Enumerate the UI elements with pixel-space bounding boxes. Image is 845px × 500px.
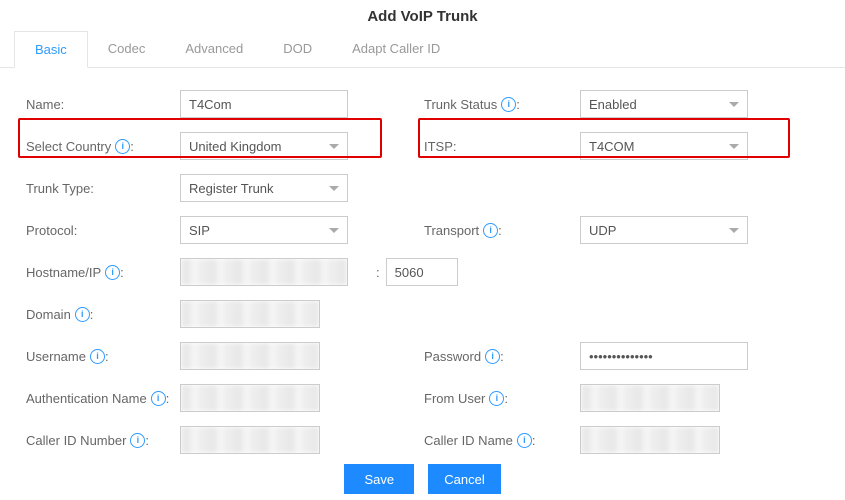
label-caller-id-num: Caller ID Number	[26, 433, 126, 448]
select-country-select[interactable]: United Kingdom	[180, 132, 348, 160]
label-domain: Domain	[26, 307, 71, 322]
colon: :	[145, 433, 149, 448]
label-trunk-type: Trunk Type:	[26, 181, 94, 196]
info-icon[interactable]: i	[130, 433, 145, 448]
label-from-user: From User	[424, 391, 485, 406]
label-caller-id-name: Caller ID Name	[424, 433, 513, 448]
label-trunk-status: Trunk Status	[424, 97, 497, 112]
info-icon[interactable]: i	[517, 433, 532, 448]
itsp-select[interactable]: T4COM	[580, 132, 748, 160]
chevron-down-icon	[729, 144, 739, 149]
username-input[interactable]	[180, 342, 320, 370]
label-auth-name: Authentication Name	[26, 391, 147, 406]
info-icon[interactable]: i	[90, 349, 105, 364]
colon: :	[120, 265, 124, 280]
label-protocol: Protocol:	[26, 223, 77, 238]
trunk-type-value: Register Trunk	[189, 181, 274, 196]
colon: :	[105, 349, 109, 364]
colon: :	[504, 391, 508, 406]
info-icon[interactable]: i	[75, 307, 90, 322]
transport-value: UDP	[589, 223, 616, 238]
caller-id-name-input[interactable]	[580, 426, 720, 454]
select-country-value: United Kingdom	[189, 139, 282, 154]
info-icon[interactable]: i	[501, 97, 516, 112]
chevron-down-icon	[729, 228, 739, 233]
label-username: Username	[26, 349, 86, 364]
page-title: Add VoIP Trunk	[0, 0, 845, 31]
label-transport: Transport	[424, 223, 479, 238]
save-button[interactable]: Save	[344, 464, 414, 494]
tab-adapt-caller-id[interactable]: Adapt Caller ID	[332, 31, 460, 67]
password-input[interactable]	[580, 342, 748, 370]
info-icon[interactable]: i	[115, 139, 130, 154]
name-input[interactable]	[180, 90, 348, 118]
colon: :	[500, 349, 504, 364]
tab-advanced[interactable]: Advanced	[165, 31, 263, 67]
trunk-status-value: Enabled	[589, 97, 637, 112]
chevron-down-icon	[729, 102, 739, 107]
info-icon[interactable]: i	[483, 223, 498, 238]
port-separator: :	[376, 265, 380, 280]
info-icon[interactable]: i	[485, 349, 500, 364]
button-bar: Save Cancel	[0, 464, 845, 494]
label-password: Password	[424, 349, 481, 364]
trunk-type-select[interactable]: Register Trunk	[180, 174, 348, 202]
chevron-down-icon	[329, 186, 339, 191]
colon: :	[90, 307, 94, 322]
protocol-select[interactable]: SIP	[180, 216, 348, 244]
trunk-status-select[interactable]: Enabled	[580, 90, 748, 118]
form-body: Name: Trunk Status i: Enabled Select Cou…	[0, 68, 845, 460]
colon: :	[516, 97, 520, 112]
hostname-input[interactable]	[180, 258, 348, 286]
caller-id-number-input[interactable]	[180, 426, 320, 454]
from-user-input[interactable]	[580, 384, 720, 412]
info-icon[interactable]: i	[489, 391, 504, 406]
port-input[interactable]	[386, 258, 458, 286]
tab-dod[interactable]: DOD	[263, 31, 332, 67]
label-itsp: ITSP:	[424, 139, 457, 154]
tab-basic[interactable]: Basic	[14, 31, 88, 68]
chevron-down-icon	[329, 228, 339, 233]
info-icon[interactable]: i	[105, 265, 120, 280]
colon: :	[532, 433, 536, 448]
tab-bar: Basic Codec Advanced DOD Adapt Caller ID	[0, 31, 845, 68]
colon: :	[166, 391, 170, 406]
label-name: Name:	[26, 97, 64, 112]
domain-input[interactable]	[180, 300, 320, 328]
transport-select[interactable]: UDP	[580, 216, 748, 244]
label-select-country: Select Country	[26, 139, 111, 154]
info-icon[interactable]: i	[151, 391, 166, 406]
auth-name-input[interactable]	[180, 384, 320, 412]
protocol-value: SIP	[189, 223, 210, 238]
itsp-value: T4COM	[589, 139, 635, 154]
chevron-down-icon	[329, 144, 339, 149]
colon: :	[498, 223, 502, 238]
tab-codec[interactable]: Codec	[88, 31, 166, 67]
cancel-button[interactable]: Cancel	[428, 464, 500, 494]
colon: :	[130, 139, 134, 154]
label-hostname: Hostname/IP	[26, 265, 101, 280]
